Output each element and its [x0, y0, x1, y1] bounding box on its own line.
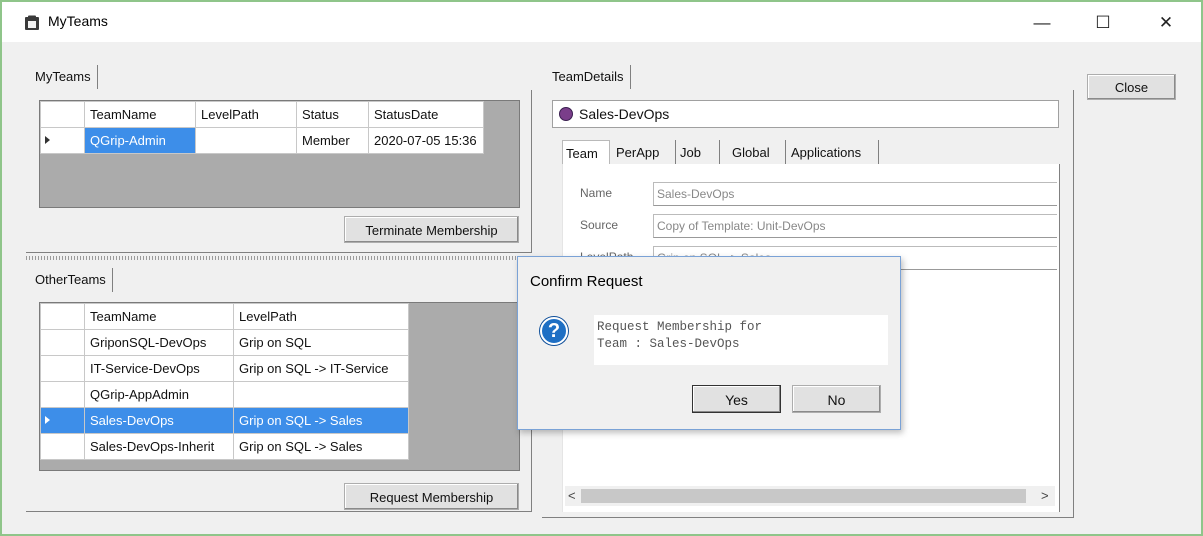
row-indicator [40, 355, 85, 382]
cell-teamname[interactable]: QGrip-Admin [84, 127, 196, 154]
otherteams-table: TeamName LevelPath GriponSQL-DevOps Grip… [40, 303, 409, 460]
row-header-corner [40, 303, 85, 330]
row-indicator [40, 407, 85, 434]
cell-statusdate[interactable]: 2020-07-05 15:36 [368, 127, 484, 154]
current-row-arrow-icon [45, 416, 50, 424]
table-row[interactable]: QGrip-AppAdmin [40, 381, 409, 408]
cell-teamname[interactable]: Sales-DevOps-Inherit [84, 433, 234, 460]
cell-levelpath[interactable]: Grip on SQL [233, 329, 409, 356]
cell-teamname[interactable]: Sales-DevOps [84, 407, 234, 434]
tab-myteams[interactable]: MyTeams [33, 65, 98, 89]
cell-teamname[interactable]: QGrip-AppAdmin [84, 381, 234, 408]
title-bar: MyTeams — ☐ ✕ [2, 2, 1201, 42]
question-icon: ? [540, 317, 568, 345]
scroll-left-icon[interactable]: < [568, 488, 576, 503]
row-header-corner [40, 101, 85, 128]
minimize-button[interactable]: — [1019, 8, 1065, 38]
close-button[interactable]: Close [1087, 74, 1176, 100]
name-label: Name [580, 186, 613, 200]
tab-teamdetails[interactable]: TeamDetails [550, 65, 631, 89]
yes-button[interactable]: Yes [692, 385, 781, 413]
tab-global[interactable]: Global [732, 140, 786, 166]
team-title-box: Sales-DevOps [552, 100, 1059, 128]
confirm-request-dialog: Confirm Request ? Request Membership for… [517, 256, 901, 430]
cell-teamname[interactable]: GriponSQL-DevOps [84, 329, 234, 356]
terminate-membership-button[interactable]: Terminate Membership [344, 216, 519, 243]
table-row[interactable]: IT-Service-DevOps Grip on SQL -> IT-Serv… [40, 355, 409, 382]
cell-levelpath[interactable]: Grip on SQL -> IT-Service [233, 355, 409, 382]
maximize-button[interactable]: ☐ [1080, 8, 1126, 38]
dialog-message-line1: Request Membership for [597, 320, 763, 334]
source-field[interactable]: Copy of Template: Unit-DevOps [653, 214, 1057, 238]
myteams-table: TeamName LevelPath Status StatusDate QGr… [40, 101, 484, 154]
tab-otherteams[interactable]: OtherTeams [33, 268, 113, 292]
window-close-button[interactable]: ✕ [1143, 8, 1189, 38]
cell-status[interactable]: Member [296, 127, 369, 154]
table-row[interactable]: Sales-DevOps-Inherit Grip on SQL -> Sale… [40, 433, 409, 460]
tab-job[interactable]: Job [680, 140, 720, 166]
cell-levelpath[interactable] [195, 127, 297, 154]
table-row[interactable]: GriponSQL-DevOps Grip on SQL [40, 329, 409, 356]
splitter[interactable] [26, 256, 518, 260]
source-label: Source [580, 218, 619, 232]
row-indicator [40, 381, 85, 408]
cell-levelpath[interactable]: Grip on SQL -> Sales [233, 407, 409, 434]
horizontal-scrollbar[interactable]: < > [565, 486, 1055, 506]
tab-applications[interactable]: Applications [791, 140, 879, 166]
otherteams-header-row: TeamName LevelPath [40, 303, 409, 330]
current-row-arrow-icon [45, 136, 50, 144]
scroll-thumb[interactable] [581, 489, 1026, 503]
window-title: MyTeams [48, 13, 108, 29]
no-button[interactable]: No [792, 385, 881, 413]
tab-team[interactable]: Team [562, 140, 610, 166]
dialog-title: Confirm Request [530, 273, 643, 290]
row-indicator [40, 329, 85, 356]
app-icon [25, 15, 39, 30]
cell-levelpath[interactable]: Grip on SQL -> Sales [233, 433, 409, 460]
table-row[interactable]: Sales-DevOps Grip on SQL -> Sales [40, 407, 409, 434]
col-levelpath[interactable]: LevelPath [195, 101, 297, 128]
table-row[interactable]: QGrip-Admin Member 2020-07-05 15:36 [40, 127, 484, 154]
myteams-header-row: TeamName LevelPath Status StatusDate [40, 101, 484, 128]
cell-levelpath[interactable] [233, 381, 409, 408]
tab-perapp[interactable]: PerApp [616, 140, 676, 166]
col-levelpath[interactable]: LevelPath [233, 303, 409, 330]
name-field[interactable]: Sales-DevOps [653, 182, 1057, 206]
team-icon [559, 107, 573, 121]
scroll-right-icon[interactable]: > [1041, 488, 1049, 503]
dialog-message: Request Membership for Team : Sales-DevO… [594, 315, 888, 365]
col-teamname[interactable]: TeamName [84, 101, 196, 128]
col-statusdate[interactable]: StatusDate [368, 101, 484, 128]
request-membership-button[interactable]: Request Membership [344, 483, 519, 510]
team-title: Sales-DevOps [579, 106, 670, 122]
myteams-window: MyTeams — ☐ ✕ MyTeams TeamName LevelPath… [0, 0, 1203, 536]
col-teamname[interactable]: TeamName [84, 303, 234, 330]
dialog-message-line2: Team : Sales-DevOps [597, 337, 740, 351]
myteams-grid: TeamName LevelPath Status StatusDate QGr… [39, 100, 520, 208]
otherteams-grid: TeamName LevelPath GriponSQL-DevOps Grip… [39, 302, 520, 471]
col-status[interactable]: Status [296, 101, 369, 128]
row-indicator [40, 127, 85, 154]
row-indicator [40, 433, 85, 460]
cell-teamname[interactable]: IT-Service-DevOps [84, 355, 234, 382]
